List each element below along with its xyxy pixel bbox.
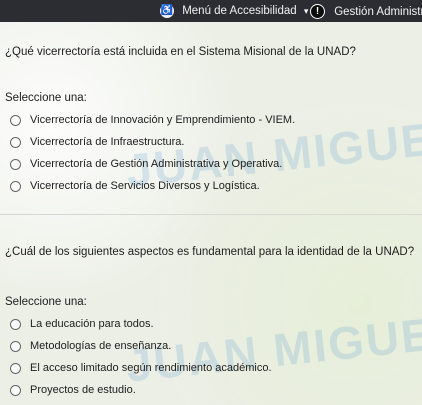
accessibility-menu-label: Menú de Accesibilidad [182,5,297,18]
radio-button[interactable] [10,384,21,396]
chevron-down-icon: ▾ [303,5,309,16]
question-2-option-3[interactable]: El acceso limitado según rendimiento aca… [10,362,272,374]
question-1-option-1[interactable]: Vicerrectoría de Innovación y Emprendimi… [10,114,295,126]
accessibility-icon: ♿ [160,4,174,18]
alert-icon: ! [310,4,325,19]
option-label: El acceso limitado según rendimiento aca… [30,362,272,374]
radio-button[interactable] [10,158,21,170]
accessibility-menu[interactable]: ♿ Menú de Accesibilidad ▾ [160,4,308,18]
option-label: Vicerrectoría de Gestión Administrativa … [30,158,283,170]
admin-management-link[interactable]: ! Gestión Administrativ [310,4,422,19]
question-1-option-3[interactable]: Vicerrectoría de Gestión Administrativa … [10,158,282,170]
radio-button[interactable] [10,362,21,374]
option-label: Metodologías de enseñanza. [30,340,172,352]
question-1-prompt: Seleccione una: [5,92,87,104]
option-label: Vicerrectoría de Innovación y Emprendimi… [30,114,296,126]
top-bar: ♿ Menú de Accesibilidad ▾ ! Gestión Admi… [0,0,422,22]
radio-button[interactable] [10,114,21,126]
option-label: Vicerrectoría de Infraestructura. [30,136,185,148]
question-1-text: ¿Qué vicerrectoría está incluida en el S… [5,46,356,58]
question-2-option-2[interactable]: Metodologías de enseñanza. [10,340,171,352]
question-2-text: ¿Cuál de los siguientes aspectos es fund… [5,246,415,258]
question-2-prompt: Seleccione una: [5,296,87,308]
radio-button[interactable] [10,318,21,330]
question-1-option-4[interactable]: Vicerrectoría de Servicios Diversos y Lo… [10,180,260,192]
admin-management-label: Gestión Administrativ [334,5,422,18]
option-label: Proyectos de estudio. [30,384,136,396]
question-1-option-2[interactable]: Vicerrectoría de Infraestructura. [10,136,184,148]
radio-button[interactable] [10,136,21,148]
radio-button[interactable] [10,340,21,352]
radio-button[interactable] [10,180,21,192]
question-divider [0,214,422,215]
option-label: La educación para todos. [30,318,154,330]
option-label: Vicerrectoría de Servicios Diversos y Lo… [30,180,260,192]
question-2-option-1[interactable]: La educación para todos. [10,318,154,330]
question-2-option-4[interactable]: Proyectos de estudio. [10,384,136,396]
